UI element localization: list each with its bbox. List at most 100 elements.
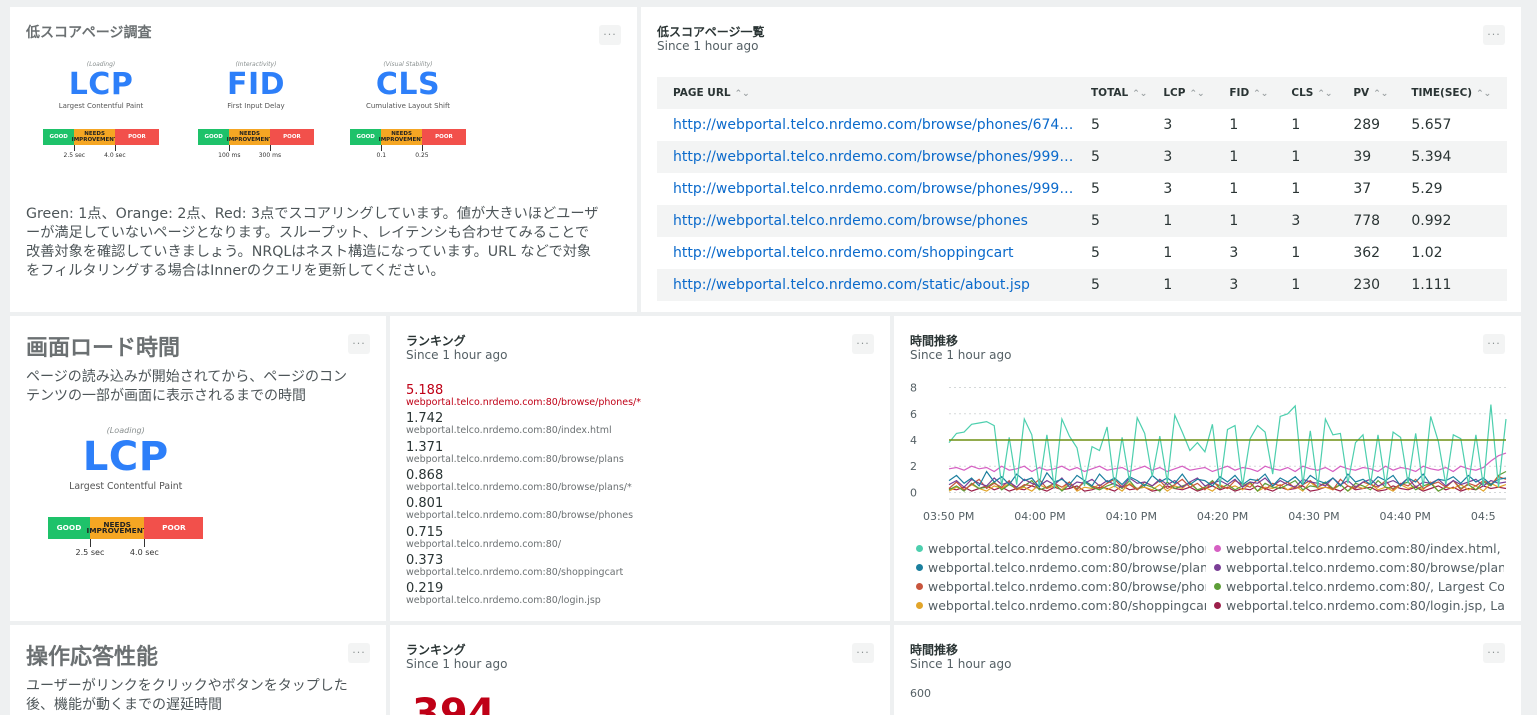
legend-item[interactable]: webportal.telco.nrdemo.com:80/login.jsp,… (1214, 598, 1504, 613)
table-row[interactable]: http://webportal.telco.nrdemo.com/browse… (657, 141, 1507, 173)
page-url-link[interactable]: http://webportal.telco.nrdemo.com/browse… (657, 205, 1075, 237)
ranking-name: webportal.telco.nrdemo.com:80/ (406, 538, 562, 550)
table-row[interactable]: http://webportal.telco.nrdemo.com/browse… (657, 205, 1507, 237)
more-menu-button[interactable]: ... (1483, 643, 1505, 663)
table-row[interactable]: http://webportal.telco.nrdemo.com/shoppi… (657, 237, 1507, 269)
more-menu-button[interactable]: ... (599, 25, 621, 45)
ranking-item[interactable]: 0.715 webportal.telco.nrdemo.com:80/ (406, 526, 561, 551)
needs-improvement-segment: NEEDS IMPROVEMENT (226, 129, 273, 145)
page-url-link[interactable]: http://webportal.telco.nrdemo.com/shoppi… (657, 237, 1075, 269)
ranking-item[interactable]: 0.868 webportal.telco.nrdemo.com:80/brows… (406, 469, 632, 494)
table-cell: 3 (1275, 205, 1338, 237)
threshold-tick (89, 538, 91, 547)
table-header-row: PAGE URL ⌃⌄ TOTAL ⌃⌄ LCP ⌃⌄ FID ⌃⌄ CLS ⌃⌄ PV ⌃… (657, 77, 1507, 109)
legend-item[interactable]: webportal.telco.nrdemo.com:80/browse/pla… (916, 560, 1206, 575)
table-row[interactable]: http://webportal.telco.nrdemo.com/browse… (657, 173, 1507, 205)
ranking-item[interactable]: 0.373 webportal.telco.nrdemo.com:80/shopp… (406, 554, 623, 579)
table-cell: 5 (1075, 205, 1148, 237)
interaction-card: 操作応答性能 ... ユーザーがリンクをクリックやボタンをタップした 後、機能が… (10, 625, 386, 715)
table-cell: 289 (1353, 117, 1381, 133)
series-line-1[interactable] (948, 452, 1507, 473)
legend-item[interactable]: webportal.telco.nrdemo.com:80/index.html… (1214, 541, 1504, 556)
table-cell: 37 (1353, 181, 1372, 197)
threshold-bar: GOOD NEEDS IMPROVEMENT POOR (350, 129, 466, 145)
ranking-value: 0.868 (406, 467, 444, 483)
y-tick-label: 4 (910, 434, 917, 447)
legend-swatch (916, 564, 923, 571)
page-url-link[interactable]: http://webportal.telco.nrdemo.com/browse… (657, 173, 1075, 205)
ranking-card-2: ランキング Since 1 hour ago ... 394 (390, 625, 890, 715)
more-menu-button[interactable]: ... (348, 643, 370, 663)
good-segment: GOOD (350, 129, 382, 145)
page-url-link[interactable]: http://webportal.telco.nrdemo.com/static… (657, 269, 1075, 301)
table-cell: 1.111 (1395, 269, 1507, 301)
ranking-item[interactable]: 1.742 webportal.telco.nrdemo.com:80/index… (406, 412, 612, 437)
table-row[interactable]: http://webportal.telco.nrdemo.com/browse… (657, 109, 1507, 141)
more-menu-button[interactable]: ... (852, 334, 874, 354)
table-cell: 1 (1147, 269, 1214, 301)
legend-item[interactable]: webportal.telco.nrdemo.com:80/shoppingca… (916, 598, 1206, 613)
threshold-bar: GOOD NEEDS IMPROVEMENT POOR (198, 129, 314, 145)
legend-swatch (1214, 564, 1221, 571)
ranking-item[interactable]: 5.188 webportal.telco.nrdemo.com:80/brows… (406, 384, 641, 409)
column-header-page-url[interactable]: PAGE URL ⌃⌄ (657, 77, 1075, 109)
legend-swatch (916, 602, 923, 609)
column-header-fid[interactable]: FID ⌃⌄ (1213, 77, 1276, 109)
table-cell: 1 (1213, 205, 1276, 237)
ranking-item[interactable]: 1.371 webportal.telco.nrdemo.com:80/brows… (406, 441, 624, 466)
sort-icon: ⌃⌄ (1476, 89, 1492, 99)
ranking-item[interactable]: 0.219 webportal.telco.nrdemo.com:80/login… (406, 582, 601, 607)
table-cell: 1 (1275, 141, 1338, 173)
ranking-value: 1.371 (406, 439, 444, 455)
line-chart[interactable]: 0 2 4 6 8 03:50 PM 04:00 PM 04:10 PM 04:20 PM 04:… (894, 371, 1521, 591)
more-menu-button[interactable]: ... (852, 643, 874, 663)
table-cell: 778 (1337, 205, 1396, 237)
more-menu-button[interactable]: ... (1483, 25, 1505, 45)
needs-improvement-segment: NEEDS IMPROVEMENT (378, 129, 425, 145)
legend-item[interactable]: webportal.telco.nrdemo.com:80/browse/pla… (1214, 560, 1504, 575)
column-header-lcp[interactable]: LCP ⌃⌄ (1147, 77, 1214, 109)
legend-swatch (1214, 583, 1221, 590)
more-menu-button[interactable]: ... (348, 334, 370, 354)
threshold-label: 2.5 sec (63, 152, 86, 159)
legend-label: webportal.telco.nrdemo.com:80/, Largest … (1226, 579, 1504, 594)
page-url-link[interactable]: http://webportal.telco.nrdemo.com/browse… (657, 109, 1075, 141)
table-cell: 1 (1291, 245, 1301, 261)
column-header-time[interactable]: TIME(SEC) ⌃⌄ (1395, 77, 1507, 109)
top-value: 394 (412, 691, 496, 715)
column-header-total[interactable]: TOTAL ⌃⌄ (1075, 77, 1148, 109)
metric-abbr: FID (226, 67, 286, 102)
threshold-label: 300 ms (258, 152, 282, 159)
page-url-link[interactable]: http://webportal.telco.nrdemo.com/browse… (657, 141, 1075, 173)
legend-label: webportal.telco.nrdemo.com:80/browse/pla… (1226, 560, 1504, 575)
legend-item[interactable]: webportal.telco.nrdemo.com:80/, Largest … (1214, 579, 1504, 594)
x-tick-label: 03:50 PM (923, 510, 974, 523)
legend-swatch (916, 583, 923, 590)
table-cell: 5 (1091, 117, 1100, 133)
metric-lcp: (Loading) LCP Largest Contentful Paint (48, 426, 203, 492)
series-line-0[interactable] (948, 404, 1507, 489)
table-cell: 5 (1091, 181, 1100, 197)
y-tick-label: 2 (910, 460, 917, 473)
column-header-pv[interactable]: PV ⌃⌄ (1337, 77, 1396, 109)
ranking-value: 1.742 (406, 411, 444, 427)
legend-swatch (916, 545, 923, 552)
column-header-cls[interactable]: CLS ⌃⌄ (1275, 77, 1338, 109)
more-menu-button[interactable]: ... (1483, 334, 1505, 354)
table-cell: 1 (1163, 245, 1173, 261)
table-cell: 1 (1213, 141, 1276, 173)
metric-description: Largest Contentful Paint (69, 480, 183, 492)
table-row[interactable]: http://webportal.telco.nrdemo.com/static… (657, 269, 1507, 301)
poor-segment: POOR (144, 517, 204, 539)
metric-description: Largest Contentful Paint (58, 102, 144, 110)
legend-label: webportal.telco.nrdemo.com:80/index.html… (1226, 541, 1504, 556)
legend-item[interactable]: webportal.telco.nrdemo.com:80/browse/pho… (916, 579, 1206, 594)
ranking-item[interactable]: 0.801 webportal.telco.nrdemo.com:80/brows… (406, 497, 633, 522)
description-text: ページの読み込みが開始されてから、ページのコン テンツの一部が画面に表示されるま… (26, 369, 348, 404)
table-cell: 5 (1075, 269, 1148, 301)
legend-item[interactable]: webportal.telco.nrdemo.com:80/browse/pho… (916, 541, 1206, 556)
y-tick-label: 8 (910, 382, 917, 395)
table-cell: 1 (1291, 181, 1301, 197)
pages-table: PAGE URL ⌃⌄ TOTAL ⌃⌄ LCP ⌃⌄ FID ⌃⌄ CLS ⌃⌄ PV ⌃… (657, 77, 1507, 301)
x-tick-label: 04:10 PM (1106, 510, 1157, 523)
